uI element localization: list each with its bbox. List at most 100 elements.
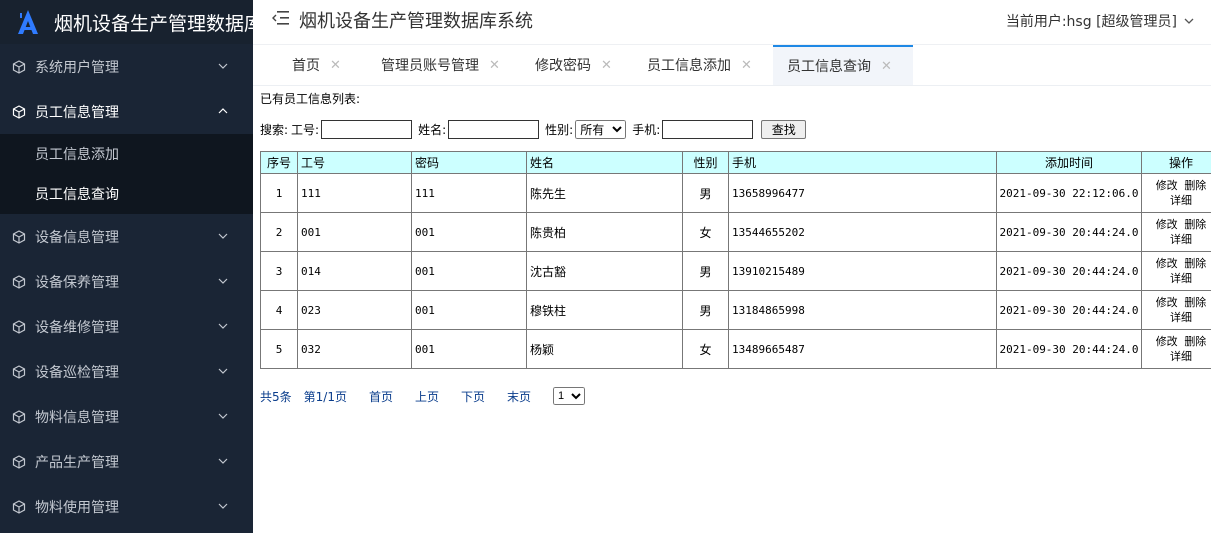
cell-phone: 13910215489: [728, 251, 997, 291]
submenu: 员工信息添加 员工信息查询: [0, 134, 253, 214]
edit-link[interactable]: 修改: [1156, 179, 1178, 192]
cell-time: 2021-09-30 22:12:06.0: [996, 173, 1142, 213]
chevron-down-icon: [218, 413, 228, 419]
submenu-item[interactable]: 员工信息添加: [0, 134, 253, 174]
phone-input[interactable]: [662, 120, 754, 139]
sidebar-item[interactable]: 员工信息管理: [0, 89, 253, 134]
close-icon[interactable]: ✕: [741, 58, 752, 73]
name-label: 姓名:: [418, 123, 447, 137]
tab-employee-query[interactable]: 员工信息查询 ✕: [773, 45, 913, 85]
close-icon[interactable]: ✕: [330, 58, 341, 73]
cell-emp-no: 111: [297, 173, 412, 213]
sidebar-item[interactable]: 设备巡检管理: [0, 349, 253, 394]
chevron-down-icon: [218, 503, 228, 509]
cell-emp-no: 023: [297, 290, 412, 330]
cell-name: 穆铁柱: [526, 290, 683, 330]
col-header-gender: 性别: [682, 151, 729, 174]
cell-no: 1: [260, 173, 298, 213]
pagination: 共5条 第1/1页 首页 上页 下页 末页 1: [260, 387, 586, 405]
cell-password: 001: [411, 329, 527, 369]
detail-link[interactable]: 详细: [1170, 194, 1192, 207]
menu-fold-icon[interactable]: [271, 9, 291, 27]
chevron-down-icon: [218, 233, 228, 239]
detail-link[interactable]: 详细: [1170, 233, 1192, 246]
delete-link[interactable]: 删除: [1184, 218, 1206, 231]
tab-change-password[interactable]: 修改密码 ✕: [535, 45, 635, 85]
close-icon[interactable]: ✕: [601, 58, 612, 73]
cube-icon: [12, 499, 26, 514]
cube-icon: [12, 409, 26, 424]
chevron-down-icon: [218, 458, 228, 464]
current-user-label: 当前用户:hsg [超级管理员]: [1005, 14, 1177, 30]
sidebar-item[interactable]: 物料信息管理: [0, 394, 253, 439]
page-select[interactable]: 1: [553, 387, 586, 405]
cell-no: 2: [260, 212, 298, 252]
tab-home[interactable]: 首页 ✕: [292, 45, 362, 85]
submenu-item[interactable]: 员工信息查询: [0, 174, 253, 214]
name-input[interactable]: [448, 120, 540, 139]
page-info: 第1/1页: [303, 389, 347, 404]
user-menu[interactable]: 当前用户:hsg [超级管理员]: [1006, 11, 1195, 31]
cube-icon: [12, 104, 26, 119]
edit-link[interactable]: 修改: [1156, 257, 1178, 270]
cell-name: 杨颖: [526, 329, 683, 369]
tab-bar: 首页 ✕ 管理员账号管理 ✕ 修改密码 ✕ 员工信息添加 ✕ 员工信息查询 ✕: [253, 45, 1211, 86]
cell-gender: 男: [682, 251, 729, 291]
col-header-emp-no: 工号: [297, 151, 412, 174]
sidebar-item[interactable]: 设备信息管理: [0, 214, 253, 259]
emp-no-input[interactable]: [321, 120, 413, 139]
chevron-up-icon: [218, 108, 228, 114]
cell-actions: 修改 删除详细: [1141, 329, 1211, 369]
tab-label: 员工信息添加: [647, 58, 731, 74]
top-bar: 烟机设备生产管理数据库系统 当前用户:hsg [超级管理员]: [253, 0, 1211, 45]
chevron-down-icon: [218, 63, 228, 69]
cell-password: 111: [411, 173, 527, 213]
close-icon[interactable]: ✕: [489, 58, 500, 73]
sidebar-item[interactable]: 设备维修管理: [0, 304, 253, 349]
sidebar-item[interactable]: 系统用户管理: [0, 44, 253, 89]
close-icon[interactable]: ✕: [881, 59, 892, 74]
gender-label: 性别:: [545, 123, 574, 137]
cell-phone: 13489665487: [728, 329, 997, 369]
detail-link[interactable]: 详细: [1170, 350, 1192, 363]
delete-link[interactable]: 删除: [1184, 179, 1206, 192]
sidebar-item[interactable]: 物料使用管理: [0, 484, 253, 529]
cell-phone: 13544655202: [728, 212, 997, 252]
first-page-link[interactable]: 首页: [369, 388, 393, 405]
last-page-link[interactable]: 末页: [507, 388, 531, 405]
cell-gender: 女: [682, 212, 729, 252]
cell-time: 2021-09-30 20:44:24.0: [996, 329, 1142, 369]
delete-link[interactable]: 删除: [1184, 335, 1206, 348]
cell-emp-no: 001: [297, 212, 412, 252]
tab-employee-add[interactable]: 员工信息添加 ✕: [647, 45, 762, 85]
cube-icon: [12, 59, 26, 74]
next-page-link[interactable]: 下页: [461, 388, 485, 405]
col-header-no: 序号: [260, 151, 298, 174]
cell-emp-no: 032: [297, 329, 412, 369]
detail-link[interactable]: 详细: [1170, 311, 1192, 324]
logo-title: 烟机设备生产管理数据库: [54, 12, 253, 35]
list-title: 已有员工信息列表:: [260, 92, 361, 106]
table-row: 3 014 001 沈古豁男 13910215489 2021-09-30 20:44:2…: [260, 251, 1211, 291]
delete-link[interactable]: 删除: [1184, 296, 1206, 309]
tab-admin-account[interactable]: 管理员账号管理 ✕: [381, 45, 511, 85]
edit-link[interactable]: 修改: [1156, 335, 1178, 348]
tab-label: 员工信息查询: [787, 59, 871, 75]
edit-link[interactable]: 修改: [1156, 296, 1178, 309]
prev-page-link[interactable]: 上页: [415, 388, 439, 405]
cell-gender: 女: [682, 329, 729, 369]
detail-link[interactable]: 详细: [1170, 272, 1192, 285]
sidebar-item[interactable]: 产品生产管理: [0, 439, 253, 484]
tab-label: 首页: [292, 58, 320, 74]
sidebar-item[interactable]: 设备保养管理: [0, 259, 253, 304]
search-button[interactable]: 查找: [761, 120, 807, 139]
phone-label: 手机:: [632, 123, 661, 137]
tab-label: 修改密码: [535, 58, 591, 74]
cell-actions: 修改 删除详细: [1141, 290, 1211, 330]
gender-select[interactable]: 所有: [575, 120, 627, 139]
sidebar-menu: 系统用户管理 员工信息管理 员工信息添加 员工信息查询 设备信息管理 设备保养管理 设备维修…: [0, 44, 253, 529]
edit-link[interactable]: 修改: [1156, 218, 1178, 231]
cell-time: 2021-09-30 20:44:24.0: [996, 212, 1142, 252]
search-label: 搜索:: [260, 123, 289, 137]
delete-link[interactable]: 删除: [1184, 257, 1206, 270]
